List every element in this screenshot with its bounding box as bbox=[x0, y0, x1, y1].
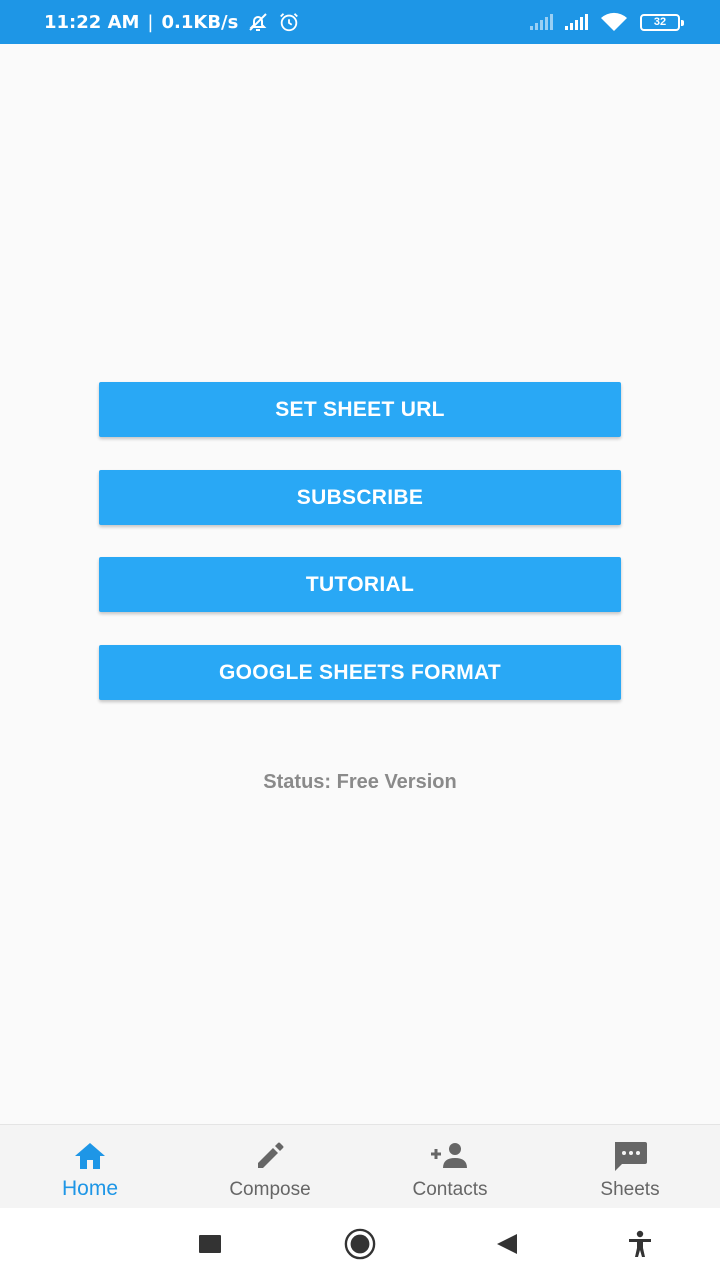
nav-item-compose[interactable]: Compose bbox=[180, 1125, 360, 1208]
notifications-off-icon bbox=[246, 10, 270, 34]
tutorial-button[interactable]: TUTORIAL bbox=[99, 557, 621, 612]
status-left: 11:22 AM | 0.1KB/s bbox=[44, 0, 300, 44]
system-navigation-bar bbox=[0, 1208, 720, 1280]
nav-label-contacts: Contacts bbox=[412, 1179, 488, 1200]
status-time: 11:22 AM bbox=[44, 11, 140, 33]
main-content: SET SHEET URL SUBSCRIBE TUTORIAL GOOGLE … bbox=[0, 44, 720, 1124]
status-bar: 11:22 AM | 0.1KB/s 32 bbox=[0, 0, 720, 44]
set-sheet-url-button[interactable]: SET SHEET URL bbox=[99, 382, 621, 437]
nav-label-sheets: Sheets bbox=[600, 1179, 660, 1200]
wifi-icon bbox=[600, 11, 628, 33]
bottom-navigation: Home Compose Contacts Sheets bbox=[0, 1124, 720, 1208]
nav-item-home[interactable]: Home bbox=[0, 1125, 180, 1208]
battery-level: 32 bbox=[653, 16, 667, 28]
subscribe-button[interactable]: SUBSCRIBE bbox=[99, 470, 621, 525]
pencil-icon bbox=[253, 1139, 287, 1173]
nav-label-home: Home bbox=[61, 1177, 119, 1200]
status-right: 32 bbox=[530, 0, 684, 44]
subscription-status: Status: Free Version bbox=[263, 771, 457, 793]
signal-icon bbox=[530, 14, 553, 30]
back-icon[interactable] bbox=[490, 1228, 522, 1260]
nav-label-compose: Compose bbox=[229, 1179, 311, 1200]
battery-icon: 32 bbox=[640, 13, 684, 31]
add-person-icon bbox=[428, 1139, 472, 1173]
nav-item-sheets[interactable]: Sheets bbox=[540, 1125, 720, 1208]
home-icon bbox=[72, 1139, 108, 1173]
alarm-icon bbox=[278, 11, 300, 33]
status-separator: | bbox=[147, 11, 154, 33]
recents-icon[interactable] bbox=[194, 1228, 226, 1260]
google-sheets-format-button[interactable]: GOOGLE SHEETS FORMAT bbox=[99, 645, 621, 700]
signal-icon bbox=[565, 14, 588, 30]
chat-bubble-icon bbox=[611, 1139, 649, 1173]
home-circle-icon[interactable] bbox=[344, 1228, 376, 1260]
nav-item-contacts[interactable]: Contacts bbox=[360, 1125, 540, 1208]
accessibility-icon[interactable] bbox=[624, 1228, 656, 1260]
network-speed: 0.1KB/s bbox=[161, 11, 239, 33]
